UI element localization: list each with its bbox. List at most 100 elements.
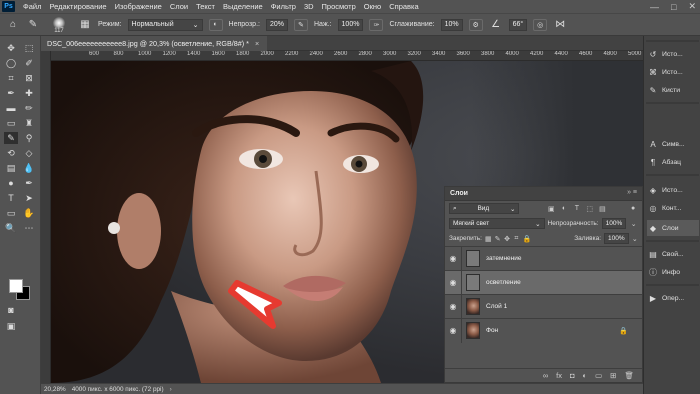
- filter-shape-icon[interactable]: ⬚: [585, 204, 595, 214]
- eye-icon[interactable]: ◉: [445, 326, 461, 335]
- edit-toolbar-icon[interactable]: ⋯: [22, 222, 36, 234]
- filter-toggle-icon[interactable]: ●: [628, 204, 638, 214]
- pencil-tool-icon[interactable]: ✏: [22, 102, 36, 114]
- quick-mask-icon[interactable]: ◙: [4, 304, 18, 316]
- vertical-ruler[interactable]: [41, 51, 51, 383]
- pressure-size-toggle[interactable]: ◎: [533, 18, 548, 31]
- screen-mode-icon[interactable]: ▣: [4, 320, 18, 332]
- menu-edit[interactable]: Редактирование: [45, 2, 110, 11]
- symmetry-icon[interactable]: ⋈: [553, 18, 567, 32]
- lock-position-icon[interactable]: ✥: [504, 234, 510, 244]
- menu-view[interactable]: Просмотр: [318, 2, 360, 11]
- layers-panel-title[interactable]: Слои: [450, 190, 468, 197]
- lock-all-icon[interactable]: 🔒: [523, 234, 532, 244]
- minimize-button[interactable]: —: [650, 2, 659, 12]
- hand-tool-icon[interactable]: ✋: [22, 207, 36, 219]
- move-tool-icon[interactable]: ✥: [4, 42, 18, 54]
- delete-layer-icon[interactable]: 🗑: [624, 371, 634, 380]
- panel-info[interactable]: ⓘ Инфо: [647, 264, 699, 280]
- lasso-tool-icon[interactable]: ◯: [4, 57, 18, 69]
- airbrush-toggle[interactable]: ✑: [369, 18, 384, 31]
- erase-tool-icon[interactable]: ◇: [22, 147, 36, 159]
- layer-row[interactable]: ◉ затемнение: [445, 246, 642, 271]
- link-layers-icon[interactable]: ∞: [543, 371, 548, 380]
- type-tool-icon[interactable]: T: [4, 192, 18, 204]
- new-group-icon[interactable]: ▭: [595, 371, 602, 380]
- horizontal-ruler[interactable]: 600 800 1000 1200 1400 1600 1800 2000 2200 2400 26…: [51, 51, 643, 61]
- crop-tool-icon[interactable]: ⌗: [4, 72, 18, 84]
- brush-preset-picker[interactable]: 117: [46, 16, 72, 34]
- status-menu-icon[interactable]: ›: [170, 386, 172, 393]
- lock-transparency-icon[interactable]: ▦: [485, 234, 492, 244]
- brush-settings-icon[interactable]: ▦: [78, 18, 92, 32]
- history-brush-tool-icon[interactable]: ⟲: [4, 147, 18, 159]
- panel-character[interactable]: A Симв...: [647, 136, 699, 152]
- bandage-tool-icon[interactable]: ▬: [4, 102, 18, 114]
- angle-input[interactable]: 66°: [508, 18, 528, 31]
- new-layer-icon[interactable]: ⊞: [610, 371, 616, 380]
- stamp-tool-icon[interactable]: ♜: [22, 117, 36, 129]
- menu-3d[interactable]: 3D: [300, 2, 318, 11]
- opacity-pressure-toggle[interactable]: ✎: [294, 18, 308, 31]
- rectangle-tool-icon[interactable]: ▭: [4, 207, 18, 219]
- panel-menu-icon[interactable]: » ≡: [627, 189, 637, 196]
- layer-row[interactable]: ◉ Слой 1: [445, 294, 642, 319]
- panel-history-2[interactable]: ⌘ Исто...: [647, 64, 699, 80]
- zoom-level[interactable]: 20,28%: [44, 386, 66, 393]
- path-select-tool-icon[interactable]: ➤: [22, 192, 36, 204]
- filter-pixel-icon[interactable]: ▣: [546, 204, 556, 214]
- chevron-down-icon[interactable]: ⌄: [632, 234, 638, 244]
- panel-layers[interactable]: ◆ Слои: [647, 220, 699, 236]
- gradient-tool-icon[interactable]: ▤: [4, 162, 18, 174]
- filter-adjustment-icon[interactable]: ◐: [559, 204, 569, 214]
- blend-mode-select[interactable]: Мягкий свет ⌄: [449, 218, 545, 229]
- smoothing-settings-icon[interactable]: ⚙: [468, 18, 483, 31]
- lock-artboard-icon[interactable]: ⌗: [513, 234, 519, 244]
- menu-image[interactable]: Изображение: [111, 2, 166, 11]
- lock-pixels-icon[interactable]: ✎: [495, 234, 501, 244]
- blur-tool-icon[interactable]: 💧: [22, 162, 36, 174]
- clone-stamp-tool-icon[interactable]: ⚲: [22, 132, 36, 144]
- marquee-tool-icon[interactable]: ⬚: [22, 42, 36, 54]
- panel-brushes[interactable]: ✎ Кисти: [647, 82, 699, 98]
- home-icon[interactable]: ⌂: [6, 18, 20, 32]
- brush-tool-preset-icon[interactable]: ✎: [26, 18, 40, 32]
- menu-window[interactable]: Окно: [360, 2, 385, 11]
- brush-tool-icon[interactable]: ✎: [4, 132, 18, 144]
- eraser-tool-icon[interactable]: ▭: [4, 117, 18, 129]
- adjustment-layer-icon[interactable]: ◐: [583, 371, 588, 380]
- panel-channels[interactable]: ◎ Конт...: [647, 200, 699, 216]
- layer-row-selected[interactable]: ◉ осветление: [445, 270, 642, 295]
- quick-select-tool-icon[interactable]: ✐: [22, 57, 36, 69]
- add-mask-icon[interactable]: ◘: [570, 371, 575, 380]
- zoom-tool-icon[interactable]: 🔍: [4, 222, 18, 234]
- menu-select[interactable]: Выделение: [219, 2, 267, 11]
- menu-layers[interactable]: Слои: [166, 2, 192, 11]
- fill-input[interactable]: 100%: [604, 233, 629, 244]
- dodge-tool-icon[interactable]: ●: [4, 177, 18, 189]
- filter-smart-object-icon[interactable]: ▤: [598, 204, 608, 214]
- mode-select[interactable]: Нормальный ⌄: [127, 18, 203, 31]
- filter-type-icon[interactable]: T: [572, 204, 582, 214]
- panel-paragraph[interactable]: ¶ Абзац: [647, 154, 699, 170]
- document-tab[interactable]: DSC_006eeeeeeeeeee8.jpg @ 20,3% (осветле…: [41, 36, 268, 51]
- eye-icon[interactable]: ◉: [445, 254, 461, 263]
- layer-filter-select[interactable]: ⌕ Вид ⌄: [449, 203, 520, 214]
- menu-type[interactable]: Текст: [192, 2, 219, 11]
- restore-button[interactable]: □: [671, 2, 676, 12]
- layer-style-icon[interactable]: fx: [556, 371, 562, 380]
- chevron-down-icon[interactable]: ⌄: [629, 219, 638, 229]
- close-button[interactable]: ✕: [688, 1, 696, 12]
- close-icon[interactable]: ×: [255, 39, 259, 48]
- opacity-input[interactable]: 20%: [265, 18, 288, 31]
- healing-brush-tool-icon[interactable]: ✚: [22, 87, 36, 99]
- menu-file[interactable]: Файл: [19, 2, 45, 11]
- foreground-color-swatch[interactable]: [9, 279, 23, 293]
- eye-icon[interactable]: ◉: [445, 302, 461, 311]
- menu-help[interactable]: Справка: [385, 2, 422, 11]
- smoothing-input[interactable]: 10%: [440, 18, 463, 31]
- panel-source[interactable]: ◈ Исто...: [647, 182, 699, 198]
- panel-history[interactable]: ↺ Исто...: [647, 46, 699, 62]
- panel-actions[interactable]: ▶ Опер...: [647, 290, 699, 306]
- pen-tool-icon[interactable]: ✒: [22, 177, 36, 189]
